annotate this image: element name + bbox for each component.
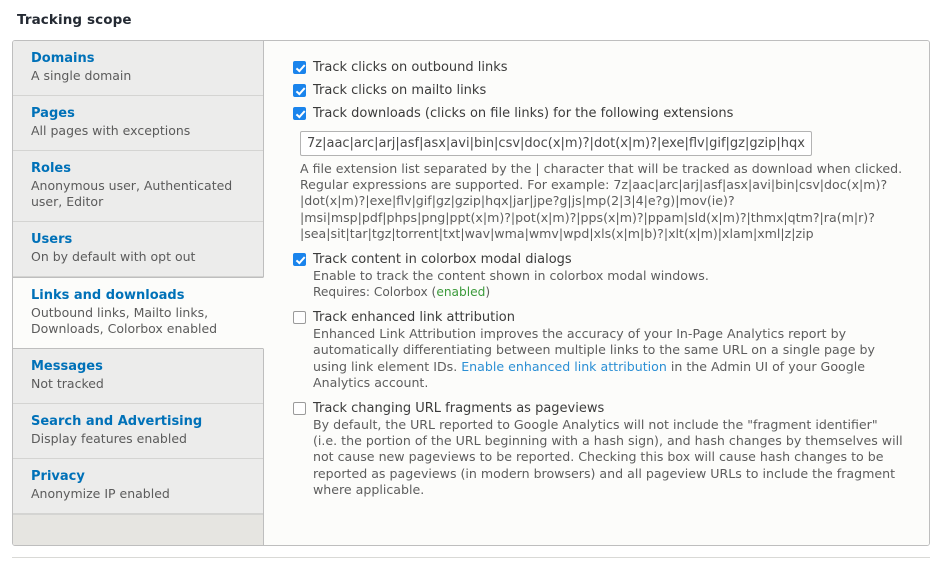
- sidebar-item-title: Messages: [31, 359, 103, 374]
- sidebar-item-summary: Anonymize IP enabled: [31, 486, 170, 501]
- sidebar-item-summary: All pages with exceptions: [31, 123, 191, 138]
- field-track-colorbox: Track content in colorbox modal dialogs …: [293, 251, 905, 300]
- checkbox-row: Track enhanced link attribution: [293, 309, 905, 326]
- sidebar-filler: [13, 514, 263, 545]
- sidebar-item-title: Pages: [31, 106, 75, 121]
- checkbox-row: Track clicks on mailto links: [293, 82, 905, 99]
- sidebar-item-users[interactable]: Users On by default with opt out: [13, 222, 263, 277]
- sidebar-item-summary: A single domain: [31, 68, 132, 83]
- colorbox-requirement-prefix: Requires: Colorbox (: [313, 285, 437, 300]
- sidebar-item-summary: On by default with opt out: [31, 249, 196, 264]
- field-track-url-fragments: Track changing URL fragments as pageview…: [293, 400, 905, 498]
- colorbox-requirement-state: enabled: [436, 285, 486, 300]
- checkbox-row: Track downloads (clicks on file links) f…: [293, 105, 905, 122]
- track-url-fragments-description: By default, the URL reported to Google A…: [313, 417, 903, 497]
- sidebar-item-title: Domains: [31, 51, 95, 66]
- colorbox-requirement: Requires: Colorbox (enabled): [313, 285, 905, 300]
- track-url-fragments-label[interactable]: Track changing URL fragments as pageview…: [313, 400, 604, 417]
- sidebar-item-messages[interactable]: Messages Not tracked: [13, 349, 263, 404]
- sidebar-item-roles[interactable]: Roles Anonymous user, Authenticated user…: [13, 151, 263, 222]
- bottom-divider: [12, 557, 930, 558]
- checkbox-row: Track changing URL fragments as pageview…: [293, 400, 905, 417]
- checkbox-row: Track content in colorbox modal dialogs: [293, 251, 905, 268]
- download-extensions-description: A file extension list separated by the |…: [300, 161, 903, 241]
- vertical-tabs-menu: Domains A single domain Pages All pages …: [13, 41, 264, 545]
- sidebar-item-title: Roles: [31, 161, 71, 176]
- track-colorbox-label[interactable]: Track content in colorbox modal dialogs: [313, 251, 572, 268]
- sidebar-item-summary: Not tracked: [31, 376, 104, 391]
- download-extensions-input[interactable]: [300, 131, 812, 156]
- track-mailto-links-label[interactable]: Track clicks on mailto links: [313, 82, 486, 99]
- track-downloads-checkbox[interactable]: [293, 107, 306, 120]
- track-colorbox-checkbox[interactable]: [293, 253, 306, 267]
- sidebar-item-privacy[interactable]: Privacy Anonymize IP enabled: [13, 459, 263, 514]
- field-track-mailto-links: Track clicks on mailto links: [293, 82, 905, 99]
- enable-enhanced-link-attribution-link[interactable]: Enable enhanced link attribution: [461, 359, 667, 374]
- enhanced-link-attribution-description: Enhanced Link Attribution improves the a…: [313, 326, 905, 391]
- colorbox-requirement-suffix: ): [485, 285, 491, 300]
- sidebar-item-title: Search and Advertising: [31, 414, 203, 429]
- settings-pane: Track clicks on outbound links Track cli…: [264, 41, 929, 545]
- track-outbound-links-label[interactable]: Track clicks on outbound links: [313, 59, 508, 76]
- sidebar-item-title: Privacy: [31, 469, 85, 484]
- track-colorbox-description: Enable to track the content shown in col…: [313, 268, 709, 284]
- enhanced-link-attribution-label[interactable]: Track enhanced link attribution: [313, 309, 515, 326]
- vertical-tabs-panel: Domains A single domain Pages All pages …: [12, 40, 930, 546]
- field-track-outbound-links: Track clicks on outbound links: [293, 59, 905, 76]
- sidebar-item-summary: Anonymous user, Authenticated user, Edit…: [31, 178, 233, 209]
- sidebar-item-summary: Display features enabled: [31, 431, 187, 446]
- field-enhanced-link-attribution: Track enhanced link attribution Enhanced…: [293, 309, 905, 391]
- checkbox-row: Track clicks on outbound links: [293, 59, 905, 76]
- field-track-downloads: Track downloads (clicks on file links) f…: [293, 105, 905, 242]
- track-mailto-links-checkbox[interactable]: [293, 84, 306, 97]
- sidebar-item-pages[interactable]: Pages All pages with exceptions: [13, 96, 263, 151]
- page-title: Tracking scope: [17, 12, 132, 28]
- sidebar-item-title: Links and downloads: [31, 288, 185, 303]
- sidebar-item-search-and-advertising[interactable]: Search and Advertising Display features …: [13, 404, 263, 459]
- sidebar-item-links-and-downloads[interactable]: Links and downloads Outbound links, Mail…: [13, 277, 264, 349]
- track-url-fragments-checkbox[interactable]: [293, 402, 306, 416]
- track-downloads-label[interactable]: Track downloads (clicks on file links) f…: [313, 105, 733, 122]
- sidebar-item-domains[interactable]: Domains A single domain: [13, 41, 263, 96]
- sidebar-item-summary: Outbound links, Mailto links, Downloads,…: [31, 305, 218, 336]
- enhanced-link-attribution-checkbox[interactable]: [293, 311, 306, 325]
- sidebar-item-title: Users: [31, 232, 73, 247]
- track-outbound-links-checkbox[interactable]: [293, 61, 306, 74]
